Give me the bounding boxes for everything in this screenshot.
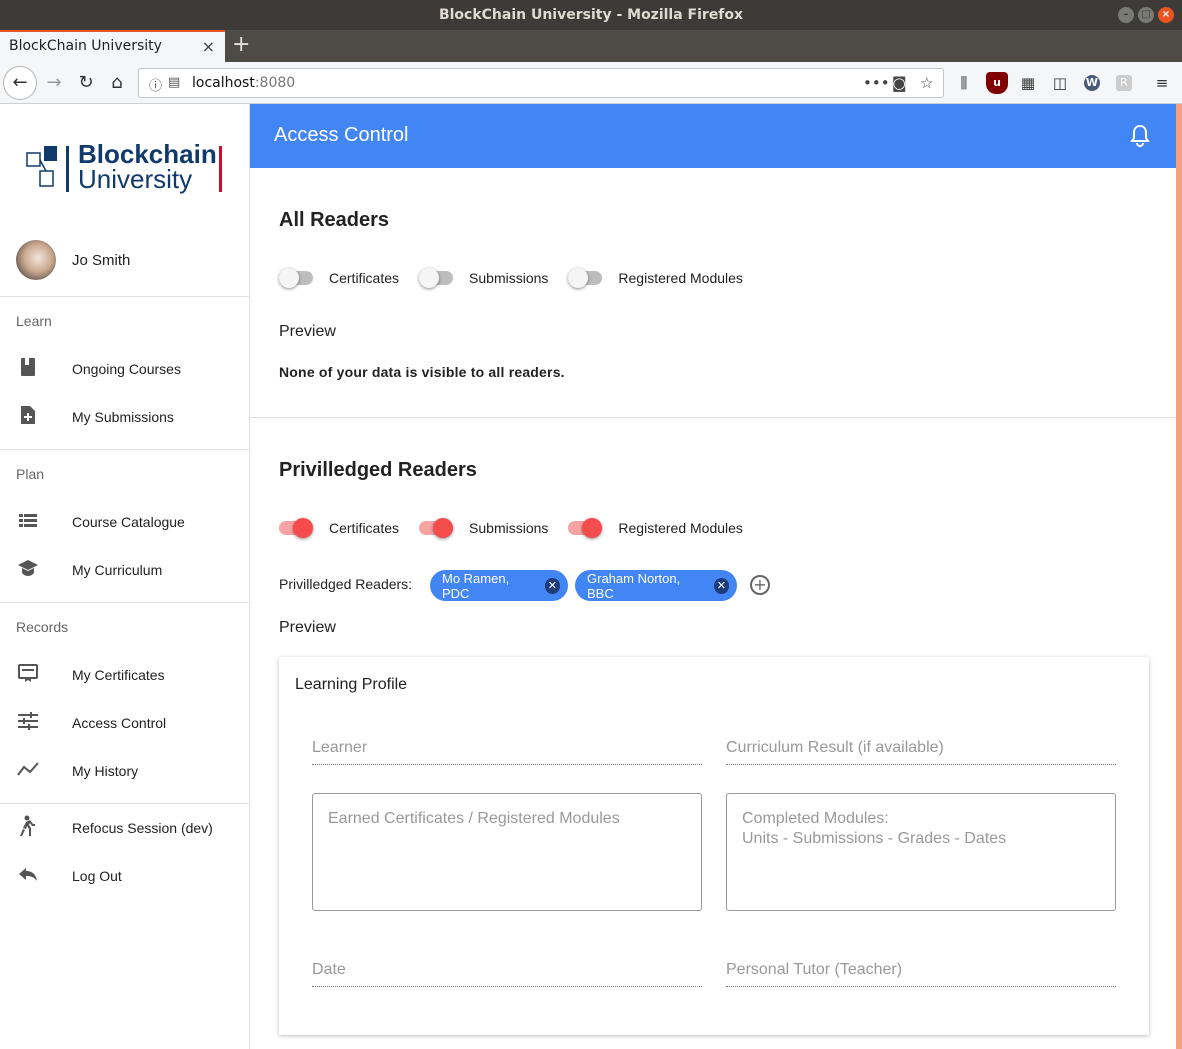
user-name: Jo Smith <box>72 251 131 269</box>
page-icon: ▤ <box>168 75 181 90</box>
logo-mark-icon <box>26 146 57 187</box>
section-heading-plan: Plan <box>16 466 45 482</box>
reload-icon[interactable]: ↻ <box>73 70 99 96</box>
sidebar-toggle-icon[interactable]: ◫ <box>1049 72 1071 94</box>
tab-strip: BlockChain University × + <box>0 30 1182 62</box>
user-profile[interactable]: Jo Smith <box>16 240 130 280</box>
addon-icon[interactable]: R <box>1116 75 1132 91</box>
extensions-grid-icon[interactable]: ▦ <box>1017 72 1039 94</box>
browser-tab[interactable]: BlockChain University × <box>0 30 225 62</box>
personal-tutor-field[interactable]: Personal Tutor (Teacher) <box>726 957 1116 987</box>
hamburger-menu-icon[interactable]: ≡ <box>1151 72 1173 94</box>
certificate-icon <box>16 663 40 688</box>
library-icon[interactable]: ⫼ <box>953 72 975 94</box>
sidebar-item-my-history[interactable]: My History <box>0 751 250 791</box>
wallabag-icon[interactable]: W <box>1084 75 1100 91</box>
new-tab-icon[interactable]: + <box>232 32 250 57</box>
scrollbar[interactable] <box>1176 104 1182 1049</box>
all-readers-preview-note: None of your data is visible to all read… <box>279 364 565 380</box>
back-icon[interactable]: ← <box>3 66 37 100</box>
privileged-readers-label: Privilledged Readers: <box>279 576 413 592</box>
page-actions-icon[interactable]: ••• <box>863 74 890 92</box>
sidebar-item-log-out[interactable]: Log Out <box>0 856 250 896</box>
all-readers-submissions-toggle[interactable]: Submissions <box>419 268 548 288</box>
reply-icon <box>16 866 40 887</box>
section-heading-records: Records <box>16 619 69 635</box>
sidebar-item-my-certificates[interactable]: My Certificates <box>0 655 250 695</box>
reader-chip-mo-ramen[interactable]: Mo Ramen, PDC ✕ <box>430 570 568 601</box>
section-heading-learn: Learn <box>16 313 52 329</box>
sidebar-item-refocus-session[interactable]: Refocus Session (dev) <box>0 808 250 848</box>
minimize-button[interactable]: – <box>1118 7 1134 23</box>
info-icon[interactable]: ⓘ <box>149 75 162 94</box>
logo-line-2: University <box>78 164 193 194</box>
add-file-icon <box>16 405 40 430</box>
all-readers-toggles: Certificates Submissions Registered Modu… <box>279 267 763 289</box>
ublock-origin-icon[interactable]: u <box>986 72 1008 94</box>
all-readers-heading: All Readers <box>279 209 390 231</box>
book-icon <box>16 357 40 382</box>
window-titlebar: BlockChain University - Mozilla Firefox … <box>0 0 1182 30</box>
close-window-button[interactable]: × <box>1158 7 1174 23</box>
sidebar-item-course-catalogue[interactable]: Course Catalogue <box>0 502 250 542</box>
sidebar-item-my-curriculum[interactable]: My Curriculum <box>0 550 250 590</box>
date-field[interactable]: Date <box>312 957 702 987</box>
sidebar-item-access-control[interactable]: Access Control <box>0 703 250 743</box>
bookmark-star-icon[interactable]: ☆ <box>920 74 933 92</box>
tune-icon <box>16 711 40 735</box>
add-reader-icon[interactable]: + <box>750 575 770 595</box>
privileged-readers-toggles: Certificates Submissions Registered Modu… <box>279 517 763 539</box>
privileged-preview-label: Preview <box>279 619 336 636</box>
timeline-icon <box>16 761 40 782</box>
curriculum-result-field[interactable]: Curriculum Result (if available) <box>726 735 1116 765</box>
home-icon[interactable]: ⌂ <box>104 70 130 96</box>
page-title: Access Control <box>274 124 409 146</box>
sidebar-item-ongoing-courses[interactable]: Ongoing Courses <box>0 349 250 389</box>
app-header: Access Control <box>250 104 1176 168</box>
tab-title: BlockChain University <box>9 38 162 54</box>
privileged-registered-modules-toggle[interactable]: Registered Modules <box>568 518 743 538</box>
learner-field[interactable]: Learner <box>312 735 702 765</box>
all-readers-preview-label: Preview <box>279 323 336 340</box>
maximize-button[interactable]: □ <box>1138 7 1154 23</box>
window-title: BlockChain University - Mozilla Firefox <box>438 7 744 23</box>
school-icon <box>16 559 40 582</box>
reader-chip-graham-norton[interactable]: Graham Norton, BBC ✕ <box>575 570 737 601</box>
privileged-readers-heading: Privilledged Readers <box>279 459 477 481</box>
section-divider <box>250 417 1176 418</box>
url-text[interactable]: localhost:8080 <box>192 75 295 91</box>
learning-profile-title: Learning Profile <box>295 676 408 693</box>
tab-close-icon[interactable]: × <box>202 37 215 56</box>
completed-modules-textarea[interactable]: Completed Modules: Units - Submissions -… <box>726 793 1116 911</box>
pocket-icon[interactable]: ◙ <box>892 74 907 92</box>
navigation-toolbar: ← → ↻ ⌂ ⓘ ▤ localhost:8080 ••• ◙ ☆ ⫼ u 1… <box>0 62 1182 141</box>
privileged-certificates-toggle[interactable]: Certificates <box>279 518 399 538</box>
all-readers-registered-modules-toggle[interactable]: Registered Modules <box>568 268 743 288</box>
sidebar-item-my-submissions[interactable]: My Submissions <box>0 397 250 437</box>
forward-icon[interactable]: → <box>41 70 67 96</box>
avatar <box>16 240 56 280</box>
all-readers-certificates-toggle[interactable]: Certificates <box>279 268 399 288</box>
notifications-bell-icon[interactable] <box>1130 124 1152 148</box>
university-logo: Blockchain University <box>26 141 226 196</box>
list-icon <box>16 512 40 533</box>
remove-chip-icon[interactable]: ✕ <box>713 577 729 594</box>
remove-chip-icon[interactable]: ✕ <box>544 577 560 594</box>
sidebar: Blockchain University Jo Smith Learn Ong… <box>0 104 250 1049</box>
walk-icon <box>16 815 40 842</box>
earned-certificates-textarea[interactable]: Earned Certificates / Registered Modules <box>312 793 702 911</box>
learning-profile-card: Learning Profile Learner Curriculum Resu… <box>279 657 1149 1035</box>
url-bar[interactable]: ⓘ ▤ localhost:8080 ••• ◙ ☆ <box>138 68 944 98</box>
privileged-submissions-toggle[interactable]: Submissions <box>419 518 548 538</box>
